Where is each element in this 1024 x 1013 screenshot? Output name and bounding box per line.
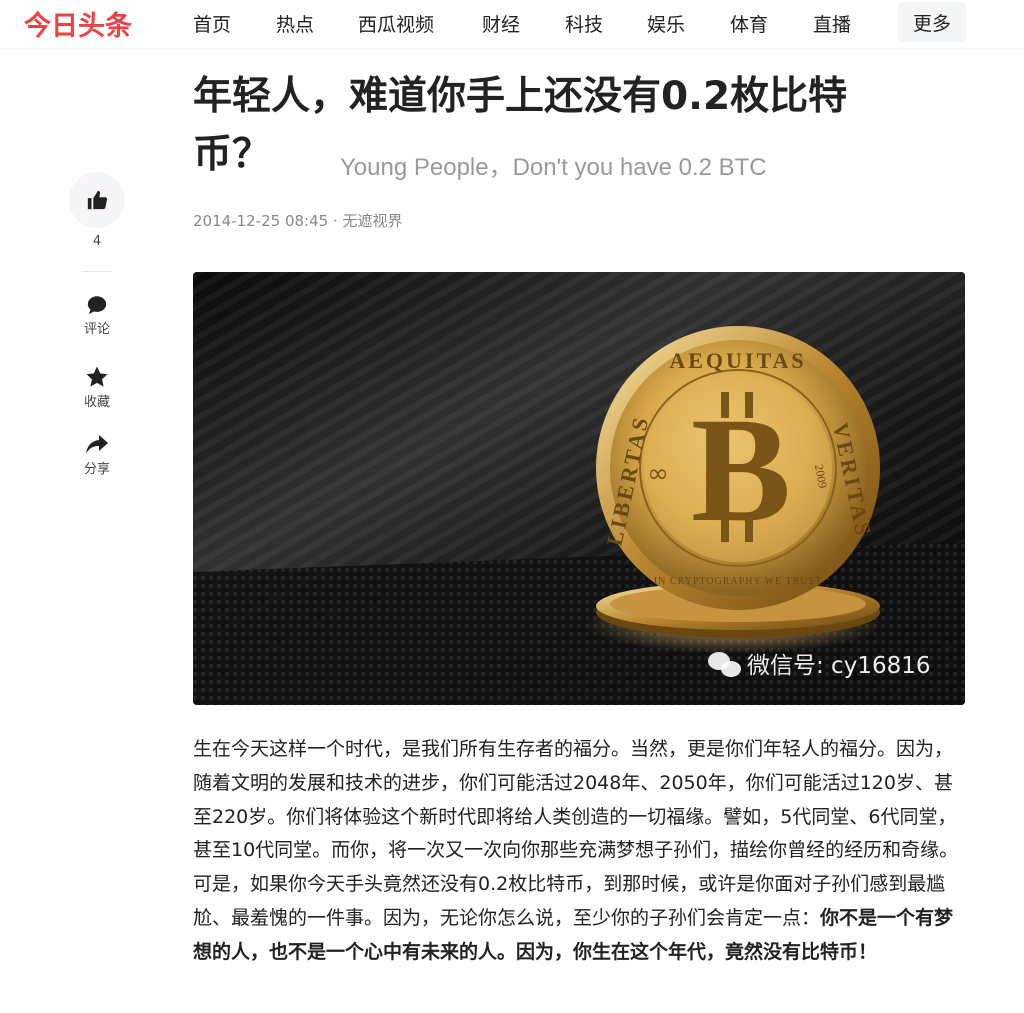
share-arrow-icon [86,435,108,454]
article-title-line-2: 币？ [193,132,272,177]
comment-label: 评论 [83,322,110,337]
publish-date: 2014-12-25 08:45 [193,212,329,230]
nav-item-home[interactable]: 首页 [193,10,231,37]
coin-bitcoin-symbol: B [691,387,791,553]
article-hero-image: AEQUITAS LIBERTAS VERITAS IN CRYPTOGRAPH… [193,272,965,705]
nav-item-sports[interactable]: 体育 [730,10,768,37]
top-navigation-bar: 今日头条 首页 热点 西瓜视频 财经 科技 娱乐 体育 直播 更多 [0,0,1024,48]
like-button[interactable] [69,172,125,228]
article-body-paragraph: 生在今天这样一个时代，是我们所有生存者的福分。当然，更是你们年轻人的福分。因为，… [193,733,969,970]
nav-item-tech[interactable]: 科技 [565,10,603,37]
article-subtitle: Young People，Don't you have 0.2 BTC [340,154,767,181]
sidebar-divider [82,271,112,272]
article-source[interactable]: 无遮视界 [343,212,403,230]
nav-item-entertainment[interactable]: 娱乐 [647,10,685,37]
thumbs-up-icon [87,190,108,210]
share-button[interactable]: 分享 [68,434,126,477]
meta-separator: · [332,212,338,230]
svg-text:∞: ∞ [647,459,669,489]
article-meta: 2014-12-25 08:45 · 无遮视界 [193,210,403,231]
comment-icon [87,296,107,315]
nav-item-xigua-video[interactable]: 西瓜视频 [358,10,434,37]
nav-item-hot[interactable]: 热点 [276,10,314,37]
star-icon [86,366,108,387]
nav-item-live[interactable]: 直播 [813,10,851,37]
share-label: 分享 [83,462,110,477]
watermark-text: 微信号: cy16816 [747,653,930,679]
coin-bottom-text: IN CRYPTOGRAPHY WE TRUST [654,576,822,587]
more-button[interactable]: 更多 [898,2,966,42]
article-title-line-1: 年轻人，难道你手上还没有0.2枚比特 [193,74,848,119]
site-logo[interactable]: 今日头条 [24,4,132,43]
body-text-regular: 生在今天这样一个时代，是我们所有生存者的福分。当然，更是你们年轻人的福分。因为，… [193,738,959,929]
nav-item-finance[interactable]: 财经 [482,10,520,37]
collect-label: 收藏 [83,395,110,410]
coin-top-text: AEQUITAS [669,348,806,373]
collect-button[interactable]: 收藏 [68,365,126,410]
comment-button[interactable]: 评论 [68,294,126,337]
like-count: 4 [92,234,102,249]
